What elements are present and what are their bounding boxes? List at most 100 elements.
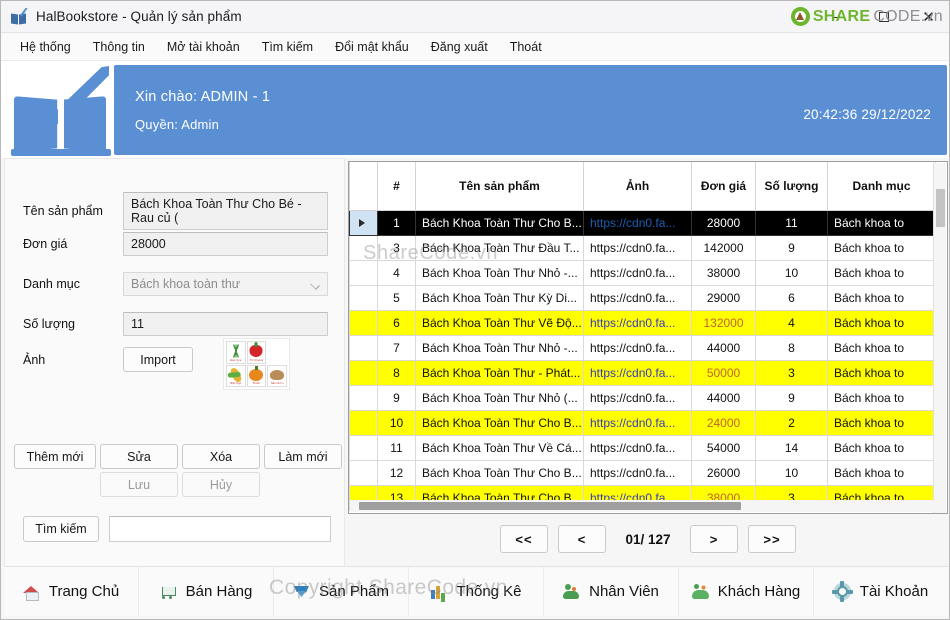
input-ten-san-pham[interactable]: Bách Khoa Toàn Thư Cho Bé - Rau củ (	[123, 192, 328, 230]
cell-no: 11	[377, 434, 416, 461]
select-danh-muc[interactable]: Bách khoa toàn thư	[123, 272, 328, 296]
column-header-no[interactable]: #	[377, 162, 416, 211]
button-them-moi[interactable]: Thêm mới	[14, 444, 96, 469]
cell-quantity: 11	[755, 209, 828, 236]
input-don-gia[interactable]: 28000	[123, 232, 328, 256]
select-danh-muc-value: Bách khoa toàn thư	[131, 277, 241, 291]
cell-image-url: https://cdn0.fa...	[583, 459, 692, 486]
page-first-button[interactable]: <<	[500, 525, 548, 553]
cell-quantity: 10	[755, 459, 828, 486]
table-row[interactable]: 11 Bách Khoa Toàn Thư Về Cá... https://cdn…	[349, 434, 936, 461]
column-header-category[interactable]: Danh mục	[827, 162, 936, 211]
cell-name: Bách Khoa Toàn Thư Nhỏ -...	[415, 334, 584, 361]
cell-no: 7	[377, 334, 416, 361]
table-row[interactable]: 5 Bách Khoa Toàn Thư Kỳ Di... https://cdn0…	[349, 284, 936, 311]
menu-item-dang-xuat[interactable]: Đăng xuất	[420, 36, 499, 58]
grid-vertical-scroll-thumb[interactable]	[936, 189, 945, 227]
window-controls: ✕	[816, 1, 949, 33]
nav-item-khach-hang[interactable]: Khách Hàng	[679, 567, 814, 616]
column-header-name[interactable]: Tên sản phẩm	[415, 162, 584, 211]
menu-item-mo-tai-khoan[interactable]: Mở tài khoản	[156, 36, 251, 58]
search-button[interactable]: Tìm kiếm	[23, 516, 99, 542]
grid-body: 1 Bách Khoa Toàn Thư Cho B... https://cdn0…	[349, 209, 936, 511]
cell-category: Bách khoa to	[827, 259, 936, 286]
product-thumbnail: Đậu Que Ớt Chuông Bắp Ngô Bí Đỏ Nấm Rơm	[223, 338, 290, 390]
thumb-caption: Nấm Rơm	[270, 382, 284, 385]
page-next-button[interactable]: >	[690, 525, 738, 553]
grid-vertical-scrollbar[interactable]	[933, 163, 946, 513]
product-data-grid[interactable]: # Tên sản phẩm Ảnh Đơn giá Số lượng Danh…	[348, 161, 948, 514]
thumb-card-ot-chuong: Ớt Chuông	[246, 341, 267, 364]
home-icon	[22, 583, 40, 601]
cell-no: 1	[377, 209, 416, 236]
menu-item-he-thong[interactable]: Hệ thống	[9, 36, 82, 58]
cell-quantity: 2	[755, 409, 828, 436]
column-header-selector[interactable]	[349, 162, 378, 211]
page-last-button[interactable]: >>	[748, 525, 796, 553]
cell-category: Bách khoa to	[827, 309, 936, 336]
nav-item-nhan-vien[interactable]: Nhân Viên	[544, 567, 679, 616]
user-banner: Xin chào: ADMIN - 1 Quyền: Admin 20:42:3…	[114, 65, 947, 155]
close-button[interactable]: ✕	[906, 1, 949, 33]
table-row[interactable]: 12 Bách Khoa Toàn Thư Cho B... https://cdn…	[349, 459, 936, 486]
cell-quantity: 10	[755, 259, 828, 286]
column-header-qty[interactable]: Số lượng	[755, 162, 828, 211]
label-so-luong: Số lượng	[23, 317, 76, 331]
bookstore-logo-icon	[9, 64, 114, 156]
cell-category: Bách khoa to	[827, 234, 936, 261]
button-luu[interactable]: Lưu	[100, 472, 178, 497]
cell-no: 6	[377, 309, 416, 336]
cell-quantity: 8	[755, 334, 828, 361]
input-so-luong[interactable]: 11	[123, 312, 328, 336]
cell-quantity: 3	[755, 359, 828, 386]
cell-no: 3	[377, 234, 416, 261]
greeting-text: Xin chào: ADMIN - 1	[135, 89, 271, 105]
cell-name: Bách Khoa Toàn Thư Cho B...	[415, 409, 584, 436]
row-selector-cell	[349, 409, 378, 436]
thumb-caption: Đậu Que	[230, 358, 242, 362]
grid-horizontal-scroll-thumb[interactable]	[359, 502, 741, 510]
button-lam-moi[interactable]: Làm mới	[264, 444, 342, 469]
menu-item-thoat[interactable]: Thoát	[499, 36, 553, 58]
table-row[interactable]: 3 Bách Khoa Toàn Thư Đầu T... https://cdn0…	[349, 234, 936, 261]
column-header-price[interactable]: Đơn giá	[691, 162, 756, 211]
menu-item-tim-kiem[interactable]: Tìm kiếm	[251, 36, 324, 58]
maximize-button[interactable]	[861, 1, 906, 33]
nav-item-tai-khoan[interactable]: Tài Khoản	[814, 567, 948, 616]
search-input[interactable]	[109, 516, 331, 542]
nav-item-trang-chu[interactable]: Trang Chủ	[4, 567, 139, 616]
menu-item-doi-mat-khau[interactable]: Đổi mật khẩu	[324, 36, 420, 58]
grid-header: # Tên sản phẩm Ảnh Đơn giá Số lượng Danh…	[349, 162, 936, 211]
cell-name: Bách Khoa Toàn Thư Nhỏ (...	[415, 384, 584, 411]
cell-price: 44000	[691, 334, 756, 361]
nav-item-san-pham[interactable]: Sản Phẩm	[274, 567, 409, 616]
button-xoa[interactable]: Xóa	[182, 444, 260, 469]
table-row[interactable]: 1 Bách Khoa Toàn Thư Cho B... https://cdn0…	[349, 209, 936, 236]
page-prev-button[interactable]: <	[558, 525, 606, 553]
cell-price: 29000	[691, 284, 756, 311]
cell-no: 9	[377, 384, 416, 411]
cell-price: 132000	[691, 309, 756, 336]
cell-image-url: https://cdn0.fa...	[583, 409, 692, 436]
book-icon	[11, 7, 28, 25]
column-header-image[interactable]: Ảnh	[583, 162, 692, 211]
cell-image-url: https://cdn0.fa...	[583, 209, 692, 236]
nav-item-thong-ke[interactable]: Thống Kê	[409, 567, 544, 616]
button-huy[interactable]: Hủy	[182, 472, 260, 497]
table-row[interactable]: 4 Bách Khoa Toàn Thư Nhỏ -... https://cdn0…	[349, 259, 936, 286]
pagination-bar: << < 01/ 127 > >>	[348, 520, 948, 558]
import-button[interactable]: Import	[123, 347, 193, 372]
table-row[interactable]: 7 Bách Khoa Toàn Thư Nhỏ -... https://cdn0…	[349, 334, 936, 361]
nav-label: Thống Kê	[456, 583, 522, 600]
table-row[interactable]: 10 Bách Khoa Toàn Thư Cho B... https://cdn…	[349, 409, 936, 436]
nav-item-ban-hang[interactable]: Bán Hàng	[139, 567, 274, 616]
grid-horizontal-scrollbar[interactable]	[350, 500, 934, 512]
product-icon	[293, 583, 310, 600]
table-row[interactable]: 9 Bách Khoa Toàn Thư Nhỏ (... https://cdn0…	[349, 384, 936, 411]
table-row[interactable]: 6 Bách Khoa Toàn Thư Vẽ Độ... https://cdn0…	[349, 309, 936, 336]
table-row[interactable]: 8 Bách Khoa Toàn Thư - Phát... https://cdn…	[349, 359, 936, 386]
minimize-button[interactable]	[816, 1, 861, 33]
thumb-card-bi-do: Bí Đỏ	[246, 364, 267, 387]
menu-item-thong-tin[interactable]: Thông tin	[82, 36, 156, 58]
button-sua[interactable]: Sửa	[100, 444, 178, 469]
